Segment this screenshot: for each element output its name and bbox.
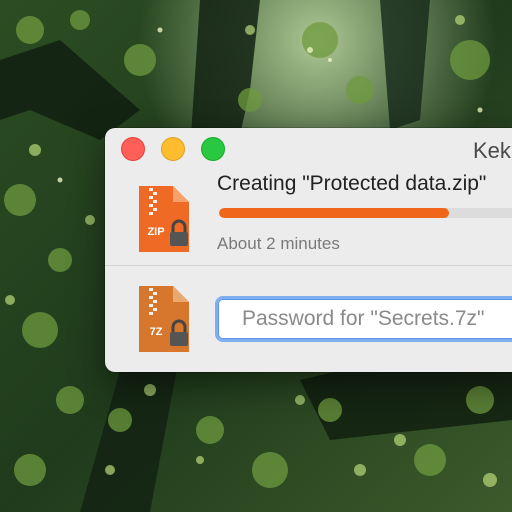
close-window-button[interactable]: [121, 137, 145, 161]
password-field[interactable]: [215, 296, 512, 342]
progress-bar: [219, 208, 512, 218]
operation-row-zip: ZIP Creating "Protected data.zip" About …: [105, 172, 512, 265]
window-title: Kek: [473, 138, 511, 163]
minimize-window-button[interactable]: [161, 137, 185, 161]
operation-title: Creating "Protected data.zip": [217, 172, 487, 195]
7z-archive-locked-icon: 7Z: [135, 282, 195, 358]
time-remaining: About 2 minutes: [217, 234, 340, 253]
zip-archive-locked-icon: ZIP: [135, 182, 195, 258]
operation-row-7z: 7Z: [105, 266, 512, 372]
progress-fill: [219, 208, 450, 218]
zoom-window-button[interactable]: [201, 137, 225, 161]
svg-text:ZIP: ZIP: [147, 226, 164, 238]
svg-text:7Z: 7Z: [150, 326, 163, 338]
kek-window: Kek ZIP Creating "Protected data.zip" Ab…: [105, 128, 512, 372]
titlebar: Kek: [105, 128, 512, 172]
